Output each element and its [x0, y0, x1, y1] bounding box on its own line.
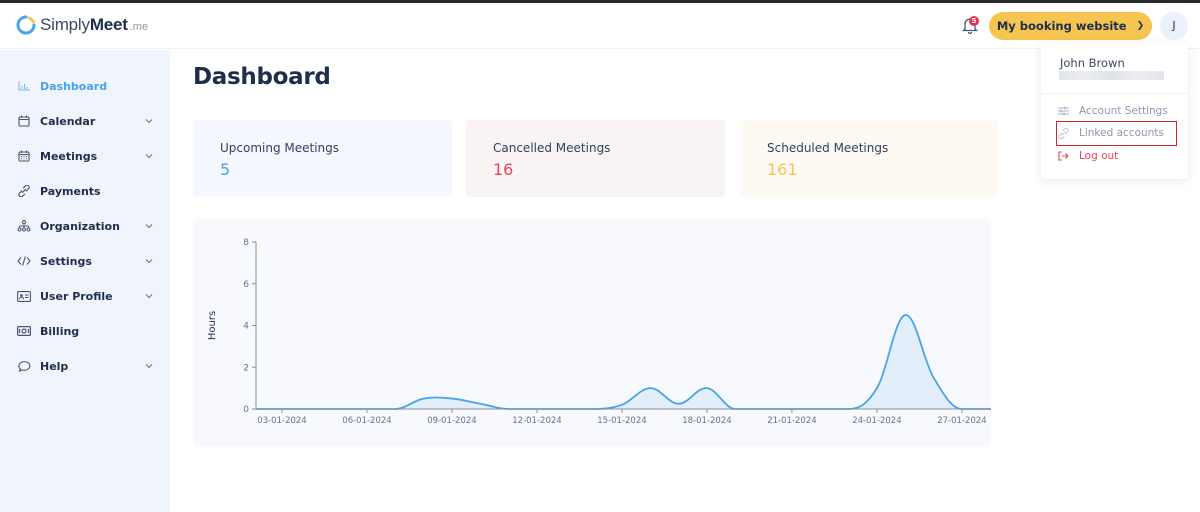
hours-area-chart: 0 2 4 6 8 Hours 03-01-2024 06-01-2024 09-01-2024…: [207, 238, 991, 426]
stat-value: 5: [220, 160, 231, 179]
logo-suffix: .me: [129, 21, 149, 33]
sidebar-item-payments[interactable]: Payments: [0, 178, 170, 204]
chevron-down-icon[interactable]: [145, 222, 153, 230]
user-name: John Brown: [1060, 56, 1125, 70]
sidebar-item-label: Calendar: [40, 114, 96, 128]
scheduled-meetings-card[interactable]: Scheduled Meetings 161: [740, 120, 999, 197]
sidebar-item-label: Settings: [40, 254, 92, 268]
y-tick-label: 8: [243, 238, 249, 248]
y-tick-label: 6: [243, 280, 249, 290]
chevron-down-icon[interactable]: [145, 362, 153, 370]
user-email-redacted: [1059, 71, 1164, 80]
cancelled-meetings-card[interactable]: Cancelled Meetings 16: [466, 120, 725, 197]
linked-accounts-highlight: [1056, 121, 1177, 146]
org-chart-icon: [17, 219, 31, 233]
sidebar-item-dashboard[interactable]: Dashboard: [0, 73, 170, 99]
stat-label: Scheduled Meetings: [767, 141, 889, 155]
sidebar-item-label: Help: [40, 359, 69, 373]
calendar-grid-icon: [17, 149, 31, 163]
x-tick-label: 21-01-2024: [767, 416, 816, 426]
sidebar-item-organization[interactable]: Organization: [0, 213, 170, 239]
booking-button-label: My booking website: [996, 19, 1127, 33]
x-tick-label: 09-01-2024: [427, 416, 476, 426]
sidebar-item-help[interactable]: Help: [0, 353, 170, 379]
sidebar-item-meetings[interactable]: Meetings: [0, 143, 170, 169]
user-dropdown-menu: John Brown Account Settings Linked accou…: [1041, 43, 1188, 179]
x-tick-label: 27-01-2024: [937, 416, 986, 426]
sidebar-item-calendar[interactable]: Calendar: [0, 108, 170, 134]
y-axis-label: Hours: [207, 311, 218, 340]
upcoming-meetings-card[interactable]: Upcoming Meetings 5: [193, 120, 452, 197]
sidebar-item-settings[interactable]: Settings: [0, 248, 170, 274]
chevron-down-icon[interactable]: [145, 292, 153, 300]
x-tick-label: 06-01-2024: [342, 416, 391, 426]
logo-text: SimplyMeet: [40, 15, 128, 35]
stat-label: Cancelled Meetings: [493, 141, 611, 155]
chevron-down-icon[interactable]: [145, 152, 153, 160]
x-tick-label: 15-01-2024: [597, 416, 646, 426]
x-tick-label: 24-01-2024: [852, 416, 901, 426]
stat-label: Upcoming Meetings: [220, 141, 340, 155]
logo-ring-icon: [16, 15, 36, 35]
menu-item-label: Log out: [1079, 150, 1119, 162]
my-booking-website-button[interactable]: My booking website ❯: [989, 12, 1152, 40]
x-tick-label: 18-01-2024: [682, 416, 731, 426]
stat-value: 16: [493, 160, 514, 179]
sidebar: Dashboard Calendar Meetings Payments Org…: [0, 50, 170, 512]
chevron-down-icon[interactable]: [145, 117, 153, 125]
sidebar-item-label: Organization: [40, 219, 120, 233]
sliders-icon: [1057, 105, 1069, 117]
page-title: Dashboard: [193, 64, 331, 90]
logo[interactable]: SimplyMeet .me: [16, 15, 148, 35]
code-icon: [17, 254, 31, 268]
logo-text-bold: Meet: [89, 15, 128, 34]
y-tick-label: 0: [243, 405, 249, 415]
money-icon: [17, 324, 31, 338]
y-tick-label: 4: [243, 322, 249, 332]
sidebar-item-label: Billing: [40, 324, 80, 338]
x-tick-label: 12-01-2024: [512, 416, 561, 426]
menu-divider: [1041, 93, 1188, 94]
log-out-menu-item[interactable]: Log out: [1057, 147, 1118, 165]
account-settings-menu-item[interactable]: Account Settings: [1057, 102, 1168, 120]
stat-value: 161: [767, 160, 798, 179]
link-icon: [17, 184, 31, 198]
chevron-down-icon[interactable]: [145, 257, 153, 265]
bar-chart-icon: [17, 79, 31, 93]
top-header: SimplyMeet .me 5 My booking website ❯ J: [0, 3, 1200, 49]
sidebar-item-label: Payments: [40, 184, 101, 198]
calendar-icon: [17, 114, 31, 128]
chart-area-fill: [256, 315, 991, 409]
chevron-down-icon: ❯: [1136, 21, 1145, 31]
id-card-icon: [17, 289, 31, 303]
y-tick-label: 2: [243, 363, 249, 373]
sidebar-item-label: User Profile: [40, 289, 113, 303]
sidebar-item-label: Dashboard: [40, 79, 108, 93]
chat-bubble-icon: [17, 359, 31, 373]
logo-text-main: Simply: [40, 15, 90, 34]
hours-chart-card: 0 2 4 6 8 Hours 03-01-2024 06-01-2024 09-01-2024…: [193, 219, 991, 447]
notification-badge: 5: [969, 16, 979, 26]
user-avatar[interactable]: J: [1160, 12, 1188, 40]
menu-item-label: Account Settings: [1079, 105, 1168, 117]
sidebar-item-billing[interactable]: Billing: [0, 318, 170, 344]
x-tick-label: 03-01-2024: [257, 416, 306, 426]
logout-icon: [1057, 150, 1069, 162]
sidebar-item-label: Meetings: [40, 149, 98, 163]
sidebar-item-user-profile[interactable]: User Profile: [0, 283, 170, 309]
